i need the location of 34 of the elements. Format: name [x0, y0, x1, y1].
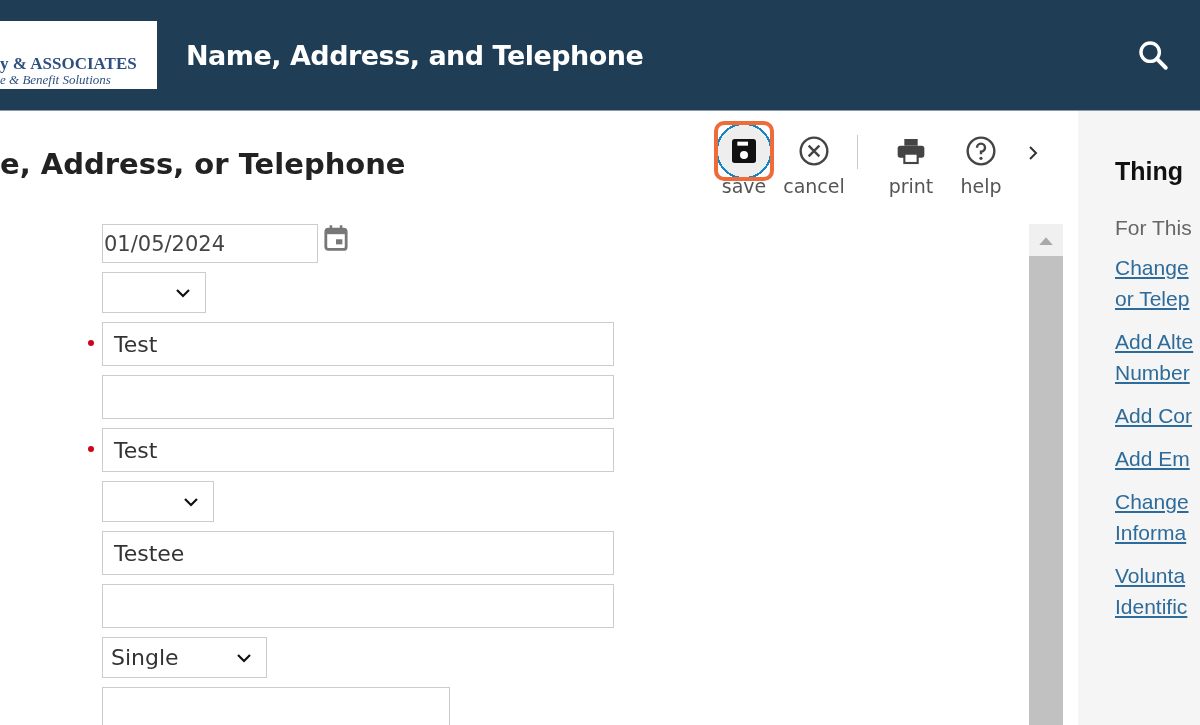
cancel-icon [798, 135, 830, 167]
search-icon[interactable] [1136, 38, 1170, 72]
chevron-down-icon [236, 652, 252, 663]
logo-text: y & ASSOCIATES [0, 55, 138, 73]
cancel-button[interactable]: cancel [781, 121, 847, 197]
calendar-icon[interactable] [323, 224, 349, 252]
text-field[interactable] [102, 375, 614, 419]
text-field[interactable] [102, 687, 450, 725]
chevron-right-icon[interactable] [1028, 145, 1038, 161]
help-icon [965, 135, 997, 167]
sidebar-link[interactable]: Add Cor [1115, 400, 1200, 431]
logo-tagline: e & Benefit Solutions [0, 73, 112, 87]
sidebar-subheading: For This [1115, 216, 1193, 240]
text-field[interactable]: Test [102, 428, 614, 472]
dropdown[interactable]: Single [102, 637, 267, 678]
sidebar-link[interactable]: Volunta Identific [1115, 560, 1200, 622]
text-field[interactable]: Testee [102, 531, 614, 575]
sidebar-link[interactable]: Change Informa [1115, 486, 1200, 548]
text-field[interactable] [102, 584, 614, 628]
sidebar-link[interactable]: Change or Telep [1115, 252, 1200, 314]
scroll-up-icon[interactable] [1039, 236, 1053, 245]
date-field[interactable]: 01/05/2024 [102, 224, 318, 263]
dropdown[interactable] [102, 272, 206, 313]
sidebar-link[interactable]: Add Alte Number [1115, 326, 1200, 388]
sidebar-link[interactable]: Add Em [1115, 443, 1200, 474]
sidebar-heading: Thing [1115, 157, 1185, 186]
print-button[interactable]: print [878, 121, 944, 197]
help-button[interactable]: help [948, 121, 1014, 197]
dropdown[interactable] [102, 481, 214, 522]
chevron-down-icon [183, 496, 199, 507]
page-title: e, Address, or Telephone [0, 147, 406, 181]
text-field[interactable]: Test [102, 322, 614, 366]
chevron-down-icon [175, 287, 191, 298]
page-header-title: Name, Address, and Telephone [186, 39, 644, 71]
